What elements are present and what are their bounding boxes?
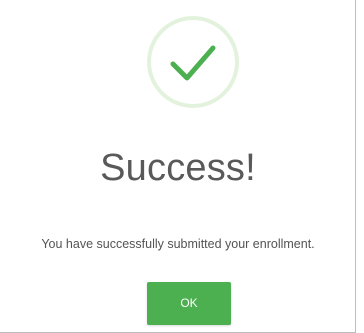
success-icon-ring	[147, 16, 239, 108]
checkmark-icon	[170, 45, 216, 81]
dialog-title: Success!	[100, 147, 256, 189]
dialog-message: You have successfully submitted your enr…	[41, 237, 315, 251]
success-dialog: Success! You have successfully submitted…	[0, 0, 356, 333]
ok-button[interactable]: OK	[147, 282, 231, 325]
